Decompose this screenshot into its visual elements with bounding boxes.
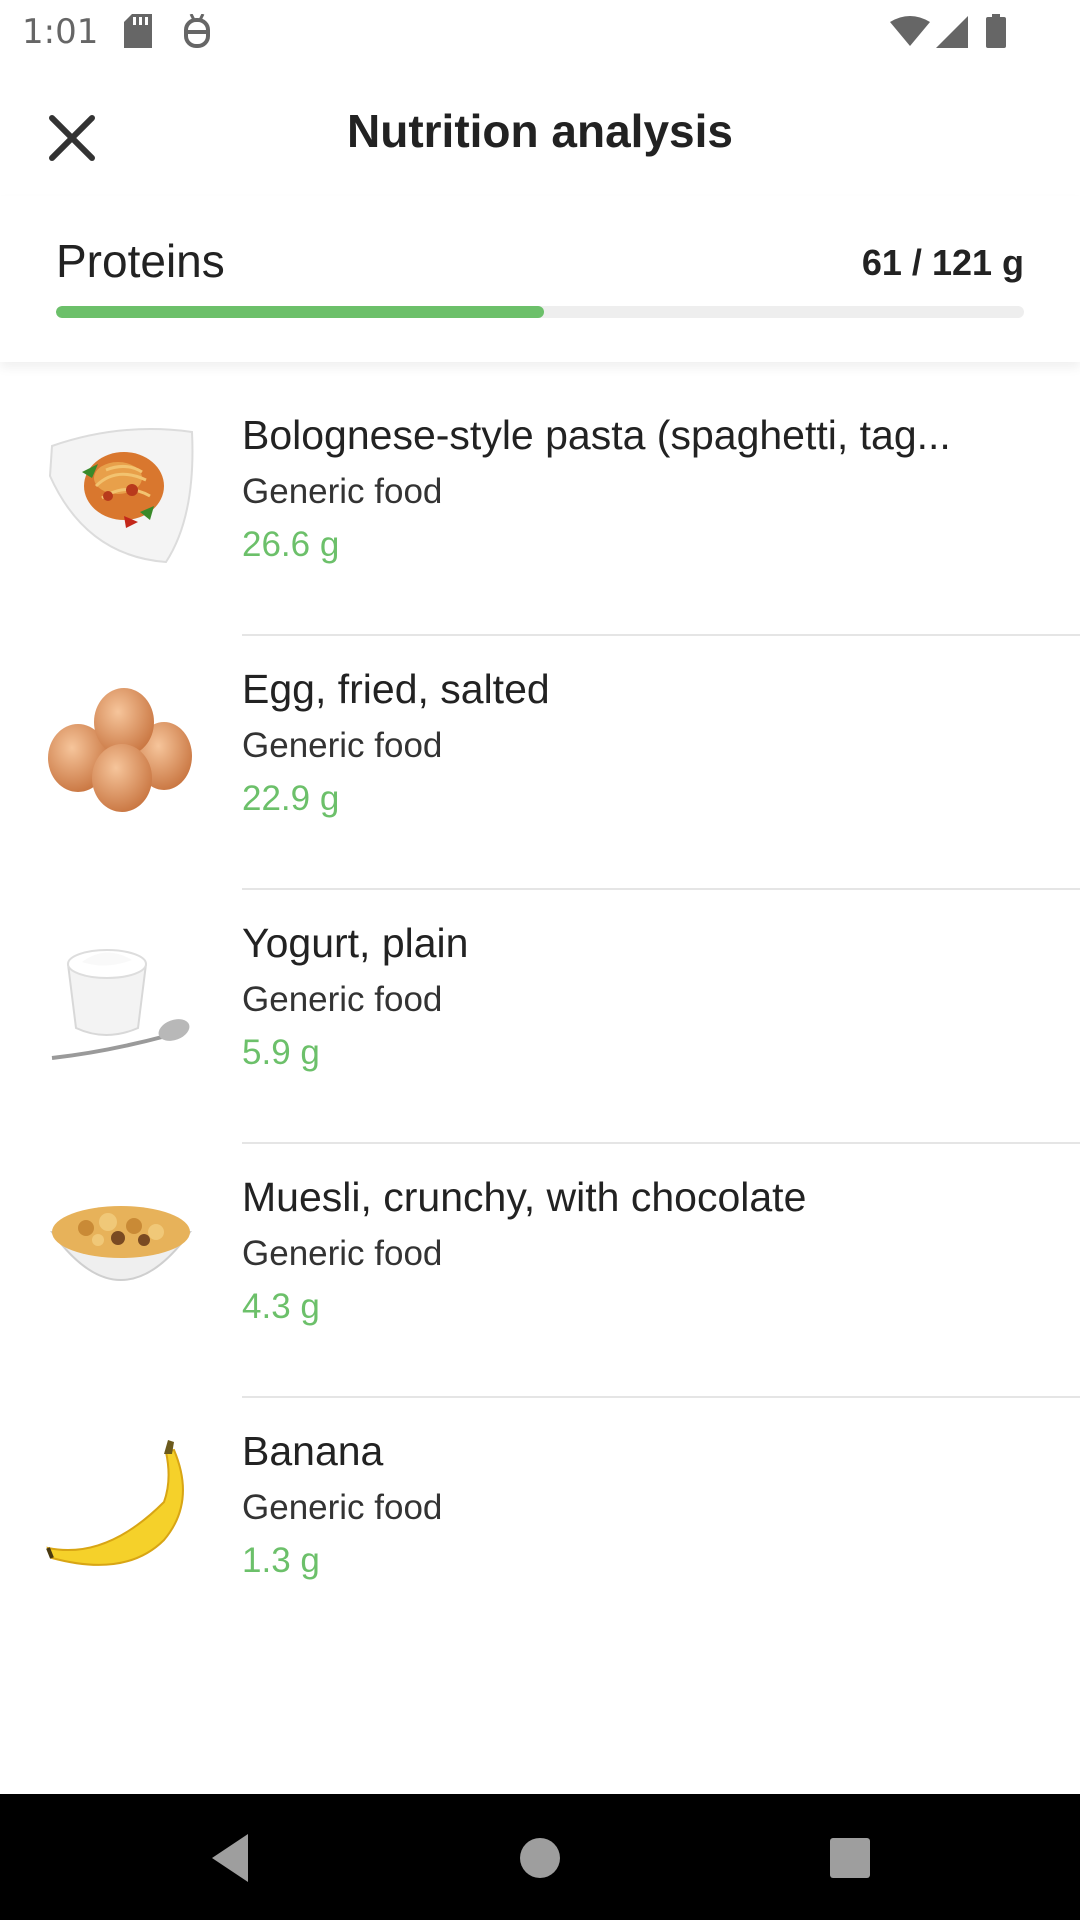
list-item[interactable]: Banana Generic food 1.3 g [0,1398,1080,1652]
food-category: Generic food [242,980,443,1019]
food-protein-amount: 26.6 g [242,525,340,564]
nutrient-summary: Proteins 61 / 121 g [0,196,1080,362]
debug-icon [182,13,212,54]
food-name: Egg, fried, salted [242,666,550,712]
yogurt-image [46,924,196,1074]
banana-image [46,1432,196,1582]
system-nav-bar [0,1794,1080,1920]
food-list: Bolognese-style pasta (spaghetti, tag...… [0,382,1080,1652]
recents-button[interactable] [818,1826,882,1890]
battery-icon [986,14,1006,52]
recents-icon [830,1838,870,1878]
back-button[interactable] [204,1826,268,1890]
pasta-plate-image [46,416,196,566]
food-category: Generic food [242,472,443,511]
nutrient-value: 61 / 121 g [861,242,1024,283]
signal-icon [936,16,968,52]
progress-bar [56,306,1024,318]
muesli-bowl-image [46,1178,196,1328]
list-item[interactable]: Egg, fried, salted Generic food 22.9 g [0,636,1080,890]
sd-card-icon [124,14,154,52]
food-protein-amount: 22.9 g [242,779,340,818]
food-protein-amount: 4.3 g [242,1287,320,1326]
nutrient-label: Proteins [56,235,225,287]
food-name: Yogurt, plain [242,920,469,966]
home-icon [520,1838,560,1878]
list-item[interactable]: Muesli, crunchy, with chocolate Generic … [0,1144,1080,1398]
status-time: 1:01 [22,12,99,52]
progress-fill [56,306,544,318]
food-name: Bolognese-style pasta (spaghetti, tag... [242,412,951,458]
eggs-image [46,670,196,820]
back-icon [212,1834,248,1882]
status-bar: 1:01 [0,0,1080,66]
food-category: Generic food [242,1234,443,1273]
home-button[interactable] [508,1826,572,1890]
list-item[interactable]: Bolognese-style pasta (spaghetti, tag...… [0,382,1080,636]
food-protein-amount: 1.3 g [242,1541,320,1580]
food-protein-amount: 5.9 g [242,1033,320,1072]
food-category: Generic food [242,1488,443,1527]
list-item[interactable]: Yogurt, plain Generic food 5.9 g [0,890,1080,1144]
food-category: Generic food [242,726,443,765]
page-title: Nutrition analysis [347,105,733,157]
app-bar: Nutrition analysis [0,66,1080,196]
food-name: Banana [242,1428,384,1474]
food-name: Muesli, crunchy, with chocolate [242,1174,807,1220]
wifi-icon [890,16,930,50]
